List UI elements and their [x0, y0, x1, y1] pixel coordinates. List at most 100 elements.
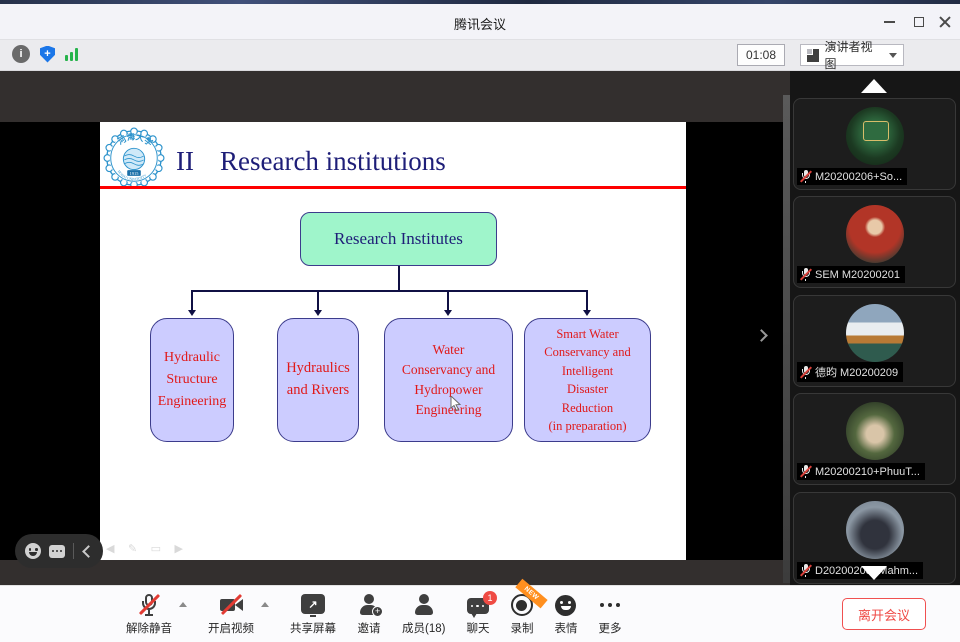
- avatar: [846, 304, 904, 362]
- mouse-cursor-icon: [450, 396, 462, 412]
- emoji-face-icon: [555, 595, 576, 616]
- slide-heading: II Research institutions: [176, 146, 446, 177]
- window-title: 腾讯会议: [0, 14, 960, 33]
- slide-divider-line: [100, 186, 686, 189]
- flowchart-box-hydraulics-rivers: Hydraulics and Rivers: [277, 318, 359, 442]
- chat-unread-badge: 1: [483, 591, 497, 605]
- chat-label: 聊天: [466, 620, 489, 636]
- emoji-button[interactable]: 表情: [554, 592, 577, 636]
- shared-screen-stage: 河海大学 1915 HOHAI UNIVERSITY II Research i…: [0, 71, 790, 585]
- flowchart-drop-line: [447, 291, 449, 311]
- more-label: 更多: [598, 620, 621, 636]
- minimize-icon: [884, 21, 895, 23]
- network-signal-icon[interactable]: [65, 47, 78, 61]
- share-screen-icon: ↗: [301, 594, 325, 614]
- flowchart-box-smart-water: Smart Water Conservancy and Intelligent …: [524, 318, 651, 442]
- participant-tile[interactable]: 德昀 M20200209: [793, 295, 956, 387]
- presentation-slide: 河海大学 1915 HOHAI UNIVERSITY II Research i…: [100, 122, 686, 560]
- record-button[interactable]: NEW 录制: [510, 592, 533, 636]
- participant-name: SEM M20200201: [815, 269, 900, 281]
- invite-person-icon: +: [357, 593, 381, 617]
- video-options-caret[interactable]: [261, 602, 269, 607]
- scroll-up-arrow[interactable]: [861, 79, 887, 93]
- invite-button[interactable]: + 邀请: [357, 592, 381, 636]
- pill-divider: [73, 543, 74, 559]
- expand-panel-chevron[interactable]: [755, 329, 768, 342]
- flowchart-drop-line: [191, 291, 193, 311]
- stage-top-band: [0, 71, 790, 122]
- participant-tile[interactable]: SEM M20200201: [793, 196, 956, 288]
- emoji-reaction-icon[interactable]: [25, 543, 41, 559]
- flowchart-box-hydraulic-structure: Hydraulic Structure Engineering: [150, 318, 234, 442]
- meeting-timer: 01:08: [737, 44, 785, 66]
- plus-icon: +: [372, 606, 383, 617]
- arrowhead-icon: [314, 310, 322, 316]
- audio-options-caret[interactable]: [179, 602, 187, 607]
- flowchart-drop-line: [586, 291, 588, 311]
- flowchart-root-box: Research Institutes: [300, 212, 497, 266]
- members-icon: [412, 593, 436, 617]
- mic-muted-icon: [800, 366, 811, 379]
- participant-name-bar: M20200210+PhuuT...: [797, 463, 925, 480]
- titlebar: 腾讯会议: [0, 4, 960, 40]
- chat-button[interactable]: 1 聊天: [466, 592, 489, 636]
- flowchart-horizontal-line: [191, 290, 588, 292]
- share-screen-label: 共享屏幕: [290, 620, 336, 636]
- emoji-label: 表情: [554, 620, 577, 636]
- toolbar-status-icons: i +: [12, 45, 78, 63]
- unmute-button[interactable]: 解除静音: [126, 592, 172, 636]
- meeting-info-icon[interactable]: i: [12, 45, 30, 63]
- stage-scrollbar[interactable]: [783, 95, 790, 583]
- mic-muted-icon: [137, 592, 161, 618]
- meeting-toolbar-top: i + 01:08 演讲者视图: [0, 40, 960, 71]
- slideshow-controls: ◀ ✎ ▭ ▶: [106, 542, 188, 555]
- university-logo: 河海大学 1915 HOHAI UNIVERSITY: [103, 127, 165, 189]
- participant-tile[interactable]: M20200210+PhuuT...: [793, 393, 956, 485]
- close-button[interactable]: [932, 10, 958, 34]
- more-dots-icon: [600, 603, 621, 608]
- flowchart-box-water-conservancy: Water Conservancy and Hydropower Enginee…: [384, 318, 513, 442]
- collapse-pill-chevron[interactable]: [82, 545, 95, 558]
- flowchart-stem-line: [398, 266, 400, 290]
- mic-muted-icon: [800, 268, 811, 281]
- participant-name: 德昀 M20200209: [815, 364, 898, 380]
- members-button[interactable]: 成员(18): [402, 592, 445, 636]
- maximize-icon: [914, 17, 924, 27]
- arrowhead-icon: [583, 310, 591, 316]
- mic-muted-icon: [800, 465, 811, 478]
- unmute-label: 解除静音: [126, 620, 172, 636]
- participant-name-bar: SEM M20200201: [797, 266, 905, 283]
- flowchart-drop-line: [317, 291, 319, 311]
- meeting-controls-bar: 解除静音 开启视频 ↗ 共享屏幕 + 邀请: [0, 585, 960, 642]
- arrowhead-icon: [444, 310, 452, 316]
- more-button[interactable]: 更多: [598, 592, 621, 636]
- members-label: 成员(18): [402, 620, 445, 636]
- slide-heading-text: Research institutions: [220, 146, 446, 177]
- mic-muted-icon: [800, 564, 811, 577]
- arrowhead-icon: [188, 310, 196, 316]
- logo-year: 1915: [130, 171, 140, 176]
- minimize-button[interactable]: [876, 10, 902, 34]
- view-mode-dropdown[interactable]: 演讲者视图: [800, 44, 904, 66]
- participant-name: M20200210+PhuuT...: [815, 466, 920, 478]
- record-icon: NEW: [511, 594, 533, 616]
- invite-label: 邀请: [358, 620, 381, 636]
- participant-tile[interactable]: M20200206+So...: [793, 98, 956, 190]
- chat-bubble-icon: 1: [467, 598, 489, 614]
- meeting-window: 腾讯会议 i + 01:08 演讲者视图: [0, 0, 960, 642]
- share-screen-button[interactable]: ↗ 共享屏幕: [290, 592, 336, 636]
- scroll-down-arrow[interactable]: [861, 566, 887, 580]
- close-icon: [939, 16, 951, 28]
- camera-off-icon: [218, 592, 245, 618]
- caption-chat-icon[interactable]: [49, 545, 65, 558]
- avatar: [846, 205, 904, 263]
- leave-meeting-button[interactable]: 离开会议: [842, 598, 926, 630]
- start-video-button[interactable]: 开启视频: [208, 592, 254, 636]
- mic-muted-icon: [800, 170, 811, 183]
- stage-bottom-band: [0, 560, 790, 585]
- fullscreen-button[interactable]: [924, 46, 943, 65]
- start-video-label: 开启视频: [208, 620, 254, 636]
- security-shield-icon[interactable]: +: [40, 46, 55, 63]
- chevron-down-icon: [889, 53, 897, 58]
- maximize-button[interactable]: [906, 10, 932, 34]
